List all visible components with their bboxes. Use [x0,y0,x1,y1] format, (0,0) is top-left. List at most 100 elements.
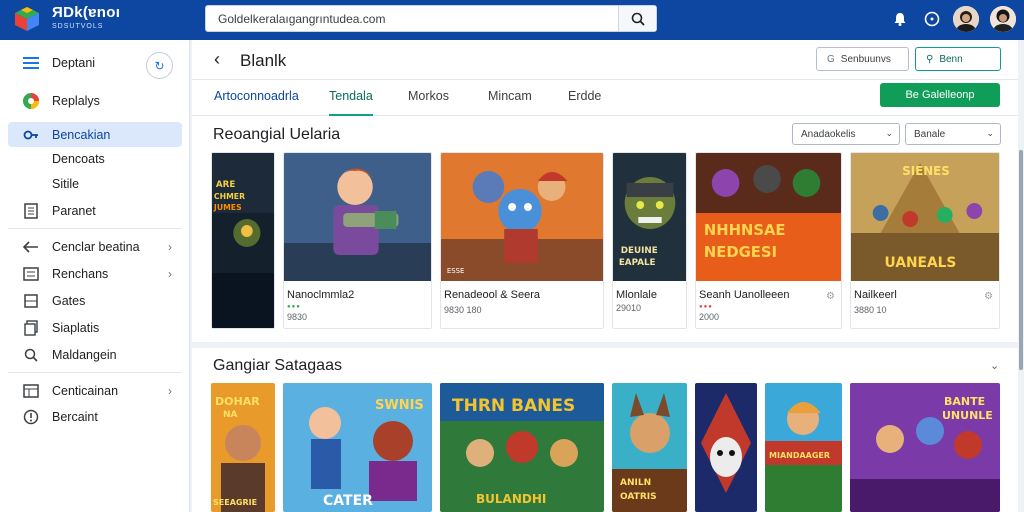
chevron-down-icon: ⌄ [986,128,994,138]
notifications-button[interactable] [890,9,910,29]
sidebar-item-bencakian[interactable]: Bencakian [8,122,182,147]
game-card[interactable]: SWNIS CATER [283,383,432,512]
avatar-secondary[interactable] [990,6,1016,32]
sidebar-item-label: Gates [52,293,86,308]
page-header: ‹ Blanlk G Senbuunvs ⚲ Benn [192,40,1018,80]
game-card[interactable]: ESSE Renadeool & Seera 9830 180 [440,152,604,329]
primary-button-label: Benn [939,53,963,65]
search-input[interactable]: Goldelkeralaıgangrıntudea.com [218,12,385,26]
sidebar-item-label: Maldangein [52,347,117,362]
sidebar-item-centicainan[interactable]: Centicainan › [8,378,182,403]
bell-icon [894,13,906,26]
tab-morkos[interactable]: Morkos [408,89,449,116]
document-icon [22,202,40,220]
game-cover-image: SIENES UANEALS [851,153,999,281]
svg-text:SEEAGRIE: SEEAGRIE [213,498,257,507]
primary-header-button[interactable]: ⚲ Benn [915,47,1001,71]
sidebar-item-cenclar-beatina[interactable]: Cenclar beatina › [8,234,182,259]
game-card[interactable]: ARE CHMER JUMES [211,152,275,329]
game-card[interactable]: MIANDAAGER [765,383,842,512]
game-meta: 3880 10 [854,305,887,315]
game-card[interactable]: BANTE UNUNLE [850,383,1000,512]
game-cover-image [695,383,757,512]
sidebar-item-label: Centicainan [52,383,119,398]
top-bar: ЯDk(ɐnoı SDSUTVOLS Goldelkeralaıgangrınt… [0,0,1024,40]
svg-text:JUMES: JUMES [213,203,242,212]
svg-text:SWNIS: SWNIS [375,398,424,413]
game-title: Seanh Uanolleeen [699,289,790,301]
refresh-button[interactable]: ↻ [146,52,173,79]
search-button[interactable] [618,6,656,31]
svg-text:THRN BANES: THRN BANES [452,396,575,416]
create-button[interactable]: Be Galelleonp [880,83,1000,107]
sidebar-item-reptalys[interactable]: Replalys [8,88,182,113]
sidebar-subitem-sitile[interactable]: Sitile [8,171,182,196]
sidebar-item-renchans[interactable]: Renchans › [8,261,182,286]
arrow-left-icon [22,238,40,256]
help-button[interactable] [922,9,942,29]
table-icon [22,382,40,400]
tab-mincam[interactable]: Mincam [488,89,532,116]
brand-logo[interactable]: ЯDk(ɐnoı SDSUTVOLS [52,4,120,31]
scrollbar[interactable] [1018,40,1024,512]
dropdown-value: Anadaokelis [801,128,856,140]
game-cover-image: NHHNSAE NEDGESI [696,153,841,281]
game-card[interactable]: SIENES UANEALS Nailkeerl ⚙ 3880 10 [850,152,1000,329]
tab-artoconnoadrla[interactable]: Artoconnoadrla [214,89,299,116]
game-card[interactable]: NHHNSAE NEDGESI Seanh Uanolleeen ⚙ ●●● 2… [695,152,842,329]
grid-icon [22,292,40,310]
svg-text:BANTE: BANTE [944,395,985,408]
sidebar-item-label: Deptani [52,55,96,70]
sidebar-item-maldangein[interactable]: Maldangein [8,342,182,367]
tab-tendala[interactable]: Tendala [329,89,373,116]
sidebar-subitem-dencoats[interactable]: Dencoats [8,146,182,171]
svg-text:ARE: ARE [216,180,235,190]
game-card[interactable]: Nanoclmmla2 ●●● 9830 [283,152,432,329]
svg-text:UANEALS: UANEALS [885,255,957,271]
scrollbar-thumb[interactable] [1019,150,1023,370]
sidebar-divider [8,372,182,373]
section-title: Reoangial Uelaria [213,126,341,143]
sidebar-item-label: Dencoats [52,151,105,166]
dropdown-value: Banale [914,128,946,140]
game-title: Nailkeerl [854,289,897,301]
filter-dropdown[interactable]: Banale ⌄ [905,123,1001,145]
game-meta: 9830 [287,312,308,322]
sidebar-item-paranet[interactable]: Paranet [8,198,182,223]
section-separator [192,342,1018,348]
sidebar-item-label: Cenclar beatina [52,239,140,254]
chevron-down-icon: ⌄ [885,128,893,138]
game-meta: 29010 [616,303,642,313]
more-options-icon[interactable]: ⚙ [984,291,993,302]
game-cover-image: ESSE [441,153,603,281]
game-card[interactable]: THRN BANES BULANDHI [440,383,604,512]
game-cover-image: THRN BANES BULANDHI [440,383,604,512]
brand-tagline: SDSUTVOLS [52,23,104,30]
chevron-right-icon: › [168,240,172,254]
game-card[interactable] [695,383,757,512]
app-logo-icon[interactable] [14,6,40,32]
secondary-header-button[interactable]: G Senbuunvs [816,47,909,71]
sidebar-item-gates[interactable]: Gates [8,288,182,313]
game-card[interactable]: DOHAR NA SEEAGRIE [211,383,275,512]
game-card[interactable]: ANILN OATRIS [612,383,687,512]
rating-dots: ●●● [699,304,713,310]
sidebar-item-bercaint[interactable]: Bercaint [8,404,182,429]
refresh-icon: ↻ [154,58,165,73]
chevron-down-icon[interactable]: ⌄ [990,359,999,372]
sidebar-item-siaplatis[interactable]: Siaplatis [8,315,182,340]
svg-text:SIENES: SIENES [902,164,949,178]
sidebar: Deptani ↻ Replalys Bencakian Dencoats Si… [0,40,190,512]
search-icon [22,346,40,364]
back-arrow-icon[interactable]: ‹ [214,49,220,70]
avatar[interactable] [953,6,979,32]
sidebar-item-label: Replalys [52,93,100,108]
sidebar-item-label: Siaplatis [52,320,100,335]
game-card[interactable]: DEUINE EAPALE Mlonlale 29010 [612,152,687,329]
more-options-icon[interactable]: ⚙ [826,291,835,302]
tab-erdde[interactable]: Erdde [568,89,601,116]
svg-text:NA: NA [223,410,238,420]
svg-text:CATER: CATER [323,493,373,509]
sort-dropdown[interactable]: Anadaokelis ⌄ [792,123,900,145]
sidebar-item-label: Renchans [52,266,109,281]
